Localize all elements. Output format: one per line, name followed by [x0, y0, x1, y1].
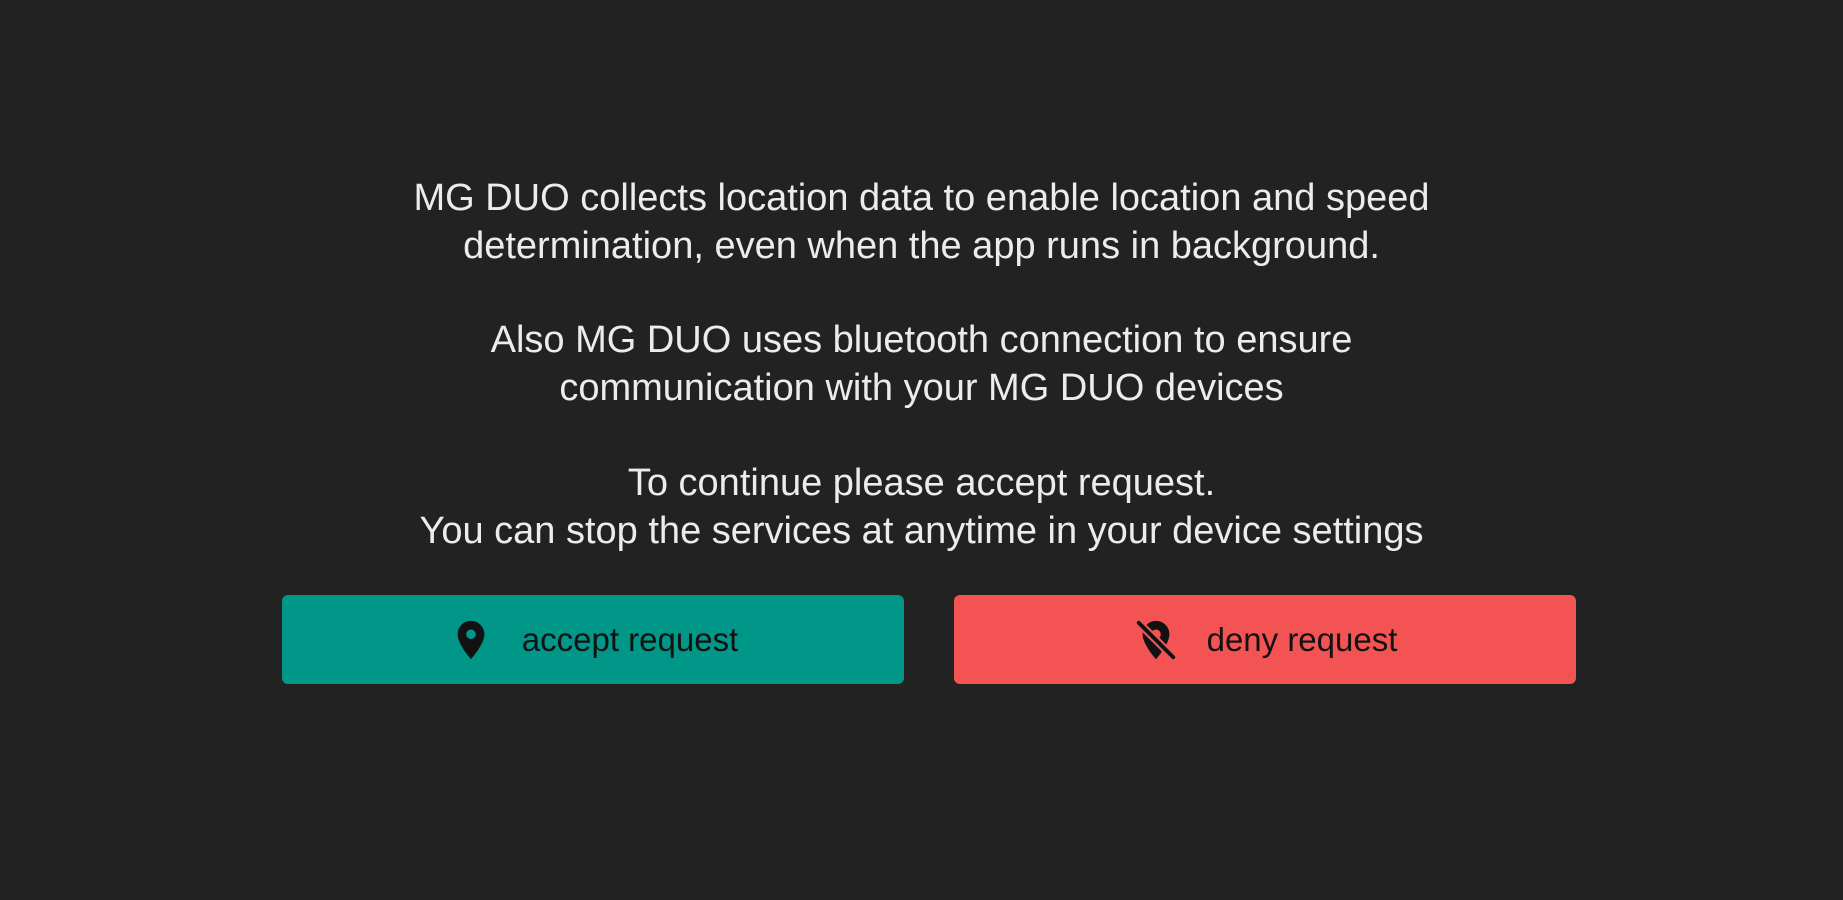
location-disclosure-line-1: MG DUO collects location data to enable … — [413, 177, 1430, 219]
bluetooth-disclosure-line-1: Also MG DUO uses bluetooth connection to… — [490, 319, 1353, 361]
deny-request-label: deny request — [1206, 620, 1398, 658]
continue-instructions-line-2: You can stop the services at anytime in … — [419, 510, 1424, 552]
location-disclosure-line-2: determination, even when the app runs in… — [463, 225, 1380, 267]
permission-screen: MG DUO collects location data to enable … — [0, 0, 1843, 900]
continue-instructions-text: To continue please accept request. You c… — [200, 459, 1643, 555]
deny-request-button[interactable]: deny request — [954, 595, 1576, 684]
accept-request-label: accept request — [521, 620, 739, 658]
location-disclosure-text: MG DUO collects location data to enable … — [200, 174, 1643, 270]
location-pin-icon — [448, 617, 494, 663]
location-off-icon — [1133, 617, 1179, 663]
bluetooth-disclosure-text: Also MG DUO uses bluetooth connection to… — [200, 316, 1643, 412]
bluetooth-disclosure-line-2: communication with your MG DUO devices — [559, 367, 1284, 409]
accept-request-button[interactable]: accept request — [282, 595, 904, 684]
continue-instructions-line-1: To continue please accept request. — [627, 462, 1216, 504]
